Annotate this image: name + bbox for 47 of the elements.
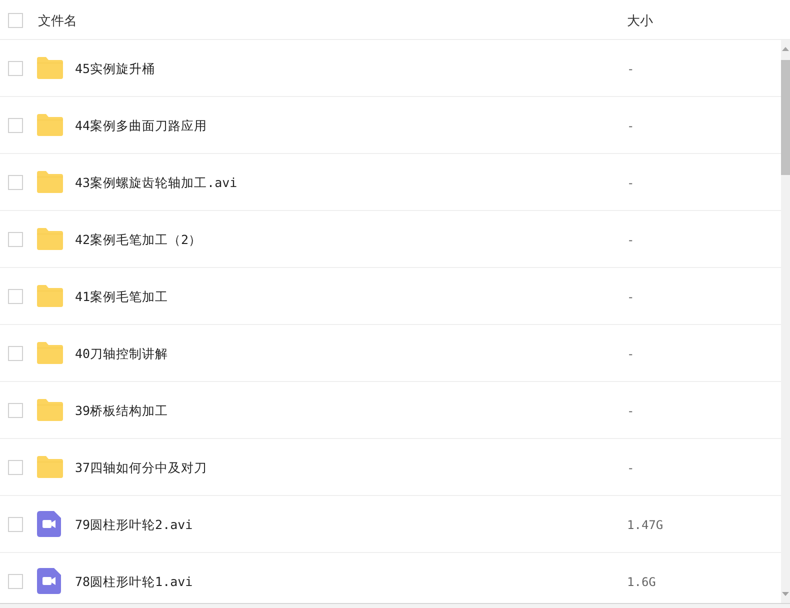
- file-name[interactable]: 40刀轴控制讲解: [75, 346, 168, 361]
- checkbox[interactable]: [8, 289, 23, 304]
- checkbox[interactable]: [8, 346, 23, 362]
- checkbox[interactable]: [8, 12, 23, 28]
- file-size: -: [627, 176, 634, 190]
- scrollbar-track[interactable]: [781, 40, 790, 603]
- file-size: -: [627, 119, 634, 133]
- folder-icon: [37, 285, 63, 307]
- file-name[interactable]: 41案例毛笔加工: [75, 289, 168, 304]
- file-size: -: [627, 233, 634, 247]
- folder-icon: [37, 399, 63, 421]
- folder-icon: [37, 114, 63, 136]
- file-name[interactable]: 43案例螺旋齿轮轴加工.avi: [75, 175, 238, 190]
- checkbox[interactable]: [8, 460, 23, 476]
- folder-icon: [37, 456, 63, 478]
- file-name[interactable]: 45实例旋升桶: [75, 61, 156, 76]
- checkbox[interactable]: [8, 517, 23, 532]
- folder-icon: [37, 171, 63, 193]
- folder-icon: [37, 342, 63, 364]
- file-name[interactable]: 39桥板结构加工: [75, 403, 168, 418]
- checkbox[interactable]: [8, 403, 23, 418]
- file-size: 1.47G: [627, 518, 664, 532]
- file-size: -: [627, 347, 634, 361]
- video-file-icon: [37, 568, 61, 594]
- video-file-icon: [37, 511, 61, 537]
- scroll-down-icon[interactable]: [782, 592, 789, 596]
- checkbox[interactable]: [8, 232, 23, 248]
- file-size: -: [627, 290, 634, 304]
- folder-icon: [37, 57, 63, 79]
- file-name[interactable]: 37四轴如何分中及对刀: [75, 460, 208, 475]
- file-name[interactable]: 42案例毛笔加工（2）: [75, 232, 202, 247]
- checkbox[interactable]: [8, 574, 23, 590]
- file-size: -: [627, 461, 634, 475]
- checkbox[interactable]: [8, 118, 23, 134]
- file-size: -: [627, 62, 634, 76]
- file-size: 1.6G: [627, 575, 656, 589]
- file-name[interactable]: 78圆柱形叶轮1.avi: [75, 574, 193, 589]
- checkbox[interactable]: [8, 61, 23, 76]
- file-size: -: [627, 404, 634, 418]
- checkbox[interactable]: [8, 175, 23, 190]
- file-name[interactable]: 79圆柱形叶轮2.avi: [75, 517, 193, 532]
- scrollbar-thumb[interactable]: [781, 60, 790, 175]
- file-name[interactable]: 44案例多曲面刀路应用: [75, 118, 208, 133]
- folder-icon: [37, 228, 63, 250]
- scroll-up-icon[interactable]: [782, 47, 789, 51]
- column-header[interactable]: 大小: [627, 12, 653, 31]
- column-header[interactable]: 文件名: [38, 12, 77, 31]
